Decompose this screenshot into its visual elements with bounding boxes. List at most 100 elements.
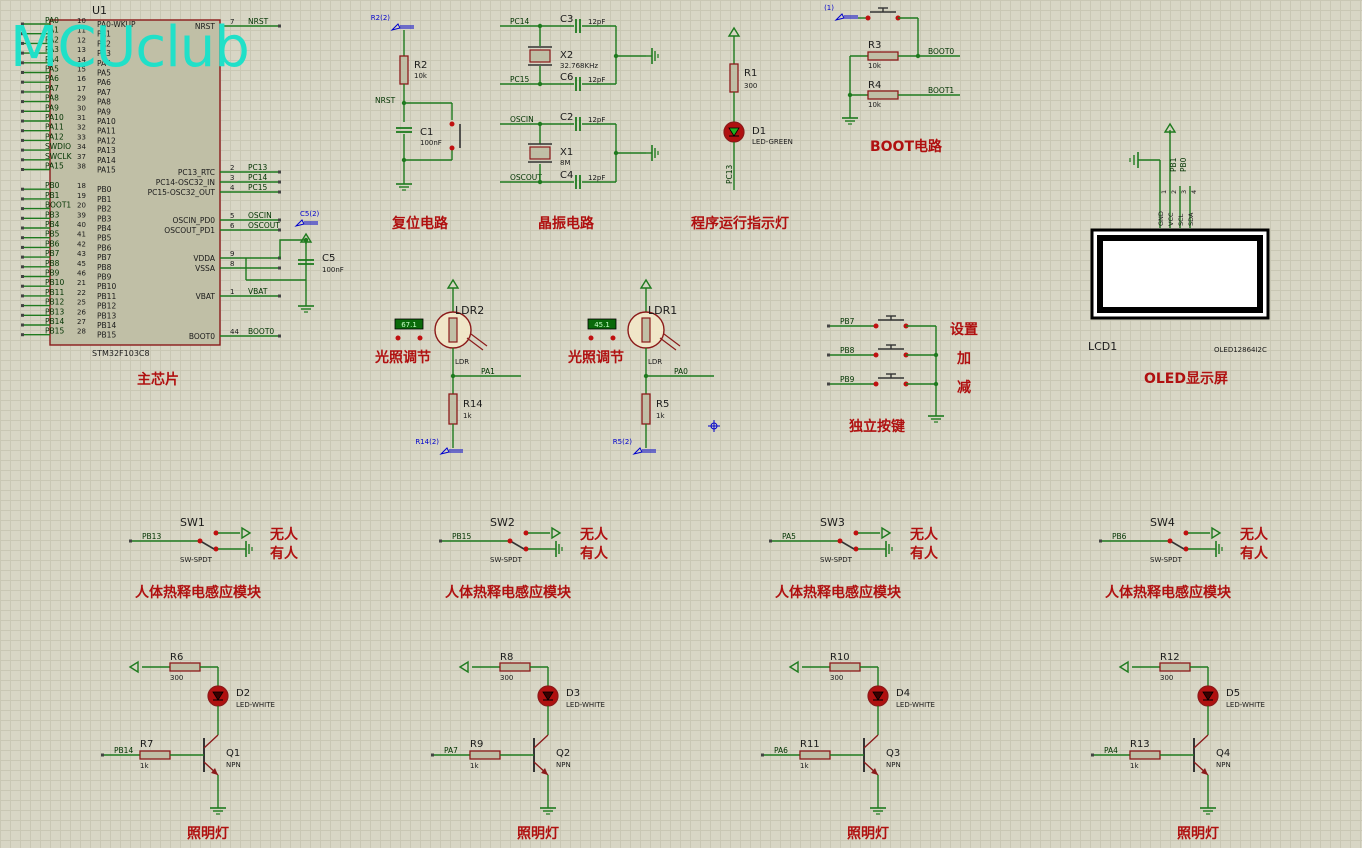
net-label: PB9 — [45, 269, 60, 278]
pin-name: PC13_RTC — [178, 168, 215, 177]
ldr-light — [466, 337, 484, 351]
ldr-element — [641, 317, 651, 343]
npn-collector — [1193, 734, 1209, 749]
x2-crystal — [529, 49, 551, 63]
switch-contact — [853, 546, 859, 552]
pin-end — [278, 294, 281, 298]
pin-end — [1099, 539, 1102, 543]
pin-end — [827, 353, 830, 357]
light-q-ref: Q2 — [556, 748, 570, 759]
pir-part: SW-SPDT — [490, 556, 523, 564]
c3-value: 12pF — [588, 18, 605, 26]
light-q-value: NPN — [886, 761, 901, 769]
light-q-ref: Q1 — [226, 748, 240, 759]
pin-end — [278, 180, 281, 184]
pin-name: VDDA — [193, 254, 216, 263]
pin-name: PB14 — [97, 321, 116, 330]
net-label: PB13 — [45, 307, 64, 316]
c2-ref: C2 — [560, 112, 573, 123]
pin-name: PA11 — [97, 127, 116, 136]
power-arrow — [727, 26, 741, 37]
lcd-part: OLED12864I2C — [1214, 346, 1267, 354]
net-label: PB1 — [45, 191, 60, 200]
net-label: NRST — [248, 17, 269, 26]
light-led-value: LED-WHITE — [896, 701, 935, 709]
reset-title: 复位电路 — [391, 215, 449, 232]
switch-contact — [213, 530, 219, 536]
switch-contact — [1183, 546, 1189, 552]
pin-number: 39 — [77, 211, 86, 219]
ldr-ref: LDR2 — [455, 304, 484, 317]
ldr-ref: LDR1 — [648, 304, 677, 317]
pin-end — [21, 304, 24, 308]
net-label: PB15 — [45, 327, 64, 336]
pin-name: PC14-OSC32_IN — [156, 178, 215, 187]
power-arrow — [128, 660, 139, 674]
junction — [537, 23, 543, 29]
r2-value: 10k — [414, 72, 428, 80]
c4-ref: C4 — [560, 170, 573, 181]
light-led-ref: D4 — [896, 688, 910, 699]
pir-net: PB15 — [452, 532, 471, 541]
pin-number: 41 — [77, 231, 86, 239]
light-title: 照明灯 — [517, 825, 559, 842]
light-base-res — [1129, 750, 1161, 760]
pin-end — [278, 24, 281, 28]
junction — [847, 92, 853, 98]
net-label: OSCIN — [510, 115, 534, 124]
pin-number: 20 — [77, 202, 86, 210]
pin-end — [278, 334, 281, 338]
oled-pin-name: GND — [1157, 211, 1165, 226]
pin-end — [129, 539, 132, 543]
net-label: PA11 — [45, 123, 64, 132]
pin-end — [21, 265, 24, 269]
light-led-value: LED-WHITE — [1226, 701, 1265, 709]
pin-name: PA10 — [97, 117, 116, 126]
pin-number: 46 — [77, 270, 86, 278]
ldr-element — [448, 317, 458, 343]
light-base-res — [799, 750, 831, 760]
key-button — [873, 352, 879, 358]
pin-end — [278, 190, 281, 194]
light-title: 照明灯 — [1177, 825, 1219, 842]
pin-number: 29 — [77, 95, 86, 103]
r1-ref: R1 — [744, 68, 757, 79]
light-r2-value: 1k — [140, 762, 149, 770]
pir-title: 人体热释电感应模块 — [1105, 584, 1232, 601]
ldr-net: PA1 — [481, 367, 495, 376]
r3-ref: R3 — [868, 40, 881, 51]
c4-value: 12pF — [588, 174, 605, 182]
power-arrow — [241, 526, 252, 540]
net-label: PC14 — [248, 173, 268, 182]
watermark: MCUclub — [10, 15, 250, 80]
pir-title: 人体热释电感应模块 — [775, 584, 902, 601]
probe-flag — [834, 13, 845, 21]
power-arrow — [446, 278, 460, 289]
light-base-res — [469, 750, 501, 760]
probe-flag — [294, 219, 305, 227]
pin-end — [21, 245, 24, 249]
pin-number: 4 — [230, 184, 235, 192]
pin-name: PB0 — [97, 185, 112, 194]
pin-name: PB10 — [97, 282, 116, 291]
junction — [933, 352, 939, 358]
power-arrow — [1118, 660, 1129, 674]
probe-label: (1) — [824, 4, 834, 12]
pin-number: 25 — [77, 299, 86, 307]
pin-name: PB1 — [97, 195, 112, 204]
pir-ref: SW2 — [490, 516, 515, 529]
light-r2-value: 1k — [470, 762, 479, 770]
keys-title: 独立按键 — [849, 418, 906, 435]
light-res — [499, 662, 531, 672]
pin-number: 21 — [77, 279, 86, 287]
light-net: PA6 — [774, 746, 788, 755]
light-r1-ref: R10 — [830, 652, 850, 663]
pir-net: PB6 — [1112, 532, 1127, 541]
ldr-meter-btn — [395, 335, 401, 341]
light-net: PB14 — [114, 746, 133, 755]
pin-name: VSSA — [195, 264, 216, 273]
pin-end — [21, 255, 24, 259]
net-label: OSCIN — [248, 211, 272, 220]
oled-title: OLED显示屏 — [1144, 371, 1228, 387]
schematic: U1STM32F103C8主芯片PA0 10 PA0-WKUPPA1 11 PA1PA2… — [21, 4, 1270, 842]
